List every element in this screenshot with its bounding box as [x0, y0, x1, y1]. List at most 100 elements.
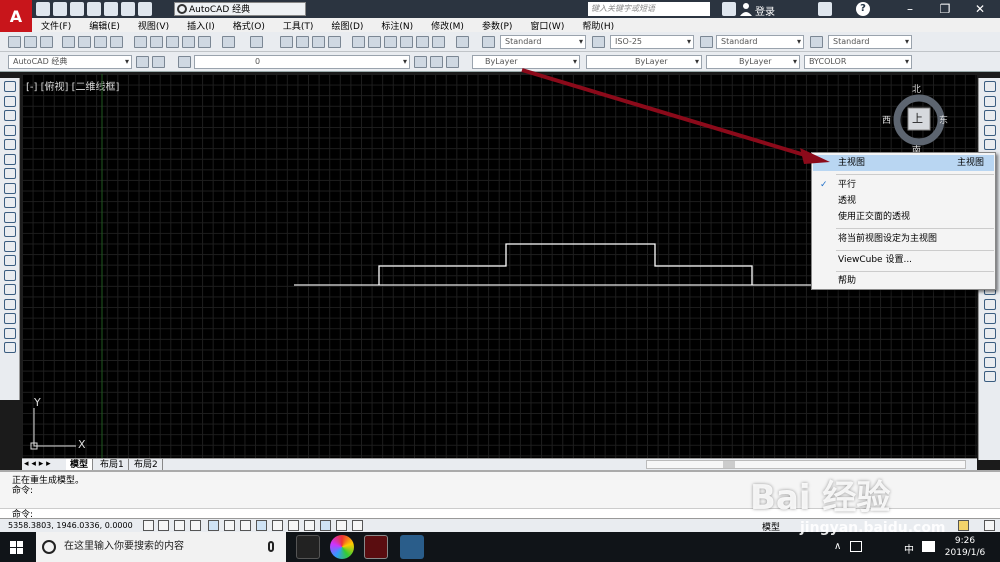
customize-icon[interactable] — [152, 56, 165, 68]
menu-parametric[interactable]: 参数(P) — [473, 19, 521, 32]
lightbulb-icon[interactable] — [958, 520, 969, 531]
plot-preview-icon[interactable] — [78, 36, 91, 48]
taskbar-clock[interactable]: 9:26 2019/1/6 — [940, 535, 990, 559]
open-file-icon[interactable] — [53, 2, 67, 16]
pan-icon[interactable] — [280, 36, 293, 48]
print-icon[interactable] — [104, 2, 118, 16]
menu-view[interactable]: 视图(V) — [129, 19, 178, 32]
compass-east[interactable]: 东 — [939, 113, 948, 126]
gradient-icon[interactable] — [3, 298, 16, 310]
color-dropdown[interactable]: ByLayer — [472, 55, 580, 69]
save-icon[interactable] — [70, 2, 84, 16]
menu-edit[interactable]: 编辑(E) — [80, 19, 129, 32]
group-icon[interactable] — [983, 342, 996, 353]
construction-line-icon[interactable] — [3, 95, 16, 107]
menu-item-parallel[interactable]: ✓ 平行 — [813, 177, 994, 193]
layer-previous-icon[interactable] — [430, 56, 443, 68]
explode-icon[interactable] — [983, 313, 996, 324]
coordinates-display[interactable]: 5358.3803, 1946.0336, 0.0000 — [8, 520, 133, 532]
otrack-toggle[interactable] — [256, 520, 267, 531]
properties-panel-icon[interactable] — [983, 371, 996, 382]
menu-modify[interactable]: 修改(M) — [422, 19, 473, 32]
minimize-button[interactable]: – — [890, 0, 930, 18]
publish-icon[interactable] — [94, 36, 107, 48]
infer-constraints-toggle[interactable] — [143, 520, 154, 531]
paste-icon[interactable] — [166, 36, 179, 48]
cut-icon[interactable] — [134, 36, 147, 48]
insert-block-icon[interactable] — [3, 240, 16, 252]
menu-window[interactable]: 窗口(W) — [521, 19, 573, 32]
menu-draw[interactable]: 绘图(D) — [322, 19, 372, 32]
lineweight-toggle[interactable] — [304, 520, 315, 531]
properties-icon[interactable] — [352, 36, 365, 48]
text-style-icon[interactable] — [482, 36, 495, 48]
revision-cloud-icon[interactable] — [3, 182, 16, 194]
color-app-icon[interactable] — [330, 535, 354, 559]
region-icon[interactable] — [3, 313, 16, 324]
menu-insert[interactable]: 插入(I) — [178, 19, 224, 32]
paint-app-icon[interactable] — [400, 535, 424, 559]
quickcalc-icon[interactable] — [432, 36, 445, 48]
offset-icon[interactable] — [983, 124, 996, 136]
autocad-app-icon[interactable] — [364, 535, 388, 559]
zoom-previous-icon[interactable] — [328, 36, 341, 48]
point-icon[interactable] — [3, 269, 16, 281]
block-editor-icon[interactable] — [198, 36, 211, 48]
dim-style-dropdown[interactable]: ISO-25 — [610, 35, 694, 49]
3d-osnap-toggle[interactable] — [240, 520, 251, 531]
zoom-realtime-icon[interactable] — [296, 36, 309, 48]
draw-order-icon[interactable] — [983, 327, 996, 339]
text-style-dropdown[interactable]: Standard — [500, 35, 586, 49]
dim-style-icon[interactable] — [592, 36, 605, 48]
menu-file[interactable]: 文件(F) — [32, 19, 80, 32]
quick-properties-toggle[interactable] — [336, 520, 347, 531]
exchange-icon[interactable] — [818, 2, 832, 16]
redo-icon[interactable] — [138, 2, 152, 16]
osnap-toggle[interactable] — [224, 520, 235, 531]
menu-item-perspective[interactable]: 透视 — [813, 193, 994, 209]
table-style-dropdown[interactable]: Standard — [716, 35, 804, 49]
copy-icon[interactable] — [150, 36, 163, 48]
ellipse-arc-icon[interactable] — [3, 226, 16, 237]
keyboard-icon[interactable] — [922, 541, 935, 552]
snap-toggle[interactable] — [158, 520, 169, 531]
compass-north[interactable]: 北 — [912, 82, 921, 95]
spline-icon[interactable] — [3, 197, 16, 208]
network-icon[interactable] — [850, 541, 862, 552]
tool-palettes-icon[interactable] — [384, 36, 397, 48]
compass-west[interactable]: 西 — [882, 113, 891, 126]
viewcube[interactable]: 北 西 东 南 上 — [882, 82, 950, 156]
microphone-icon[interactable] — [268, 541, 274, 552]
menu-item-help[interactable]: 帮助 — [813, 273, 994, 289]
open-icon[interactable] — [24, 36, 37, 48]
viewcube-top-face[interactable]: 上 — [912, 110, 923, 126]
horizontal-scrollbar[interactable] — [646, 460, 966, 469]
workspace-dropdown[interactable]: AutoCAD 经典 — [174, 2, 306, 16]
ungroup-icon[interactable] — [983, 356, 996, 368]
redo-icon[interactable] — [250, 36, 263, 48]
layer-dropdown[interactable]: 0 — [194, 55, 410, 69]
ducs-toggle[interactable] — [272, 520, 283, 531]
help-icon[interactable] — [456, 36, 469, 48]
dyn-toggle[interactable] — [288, 520, 299, 531]
menu-format[interactable]: 格式(O) — [224, 19, 274, 32]
erase-icon[interactable] — [983, 81, 996, 92]
line-icon[interactable] — [3, 81, 16, 92]
blend-icon[interactable] — [983, 298, 996, 310]
grid-toggle[interactable] — [174, 520, 185, 531]
polygon-icon[interactable] — [3, 124, 16, 136]
help-icon[interactable]: ? — [856, 2, 870, 16]
undo-icon[interactable] — [121, 2, 135, 16]
plot-icon[interactable] — [62, 36, 75, 48]
3d-print-icon[interactable] — [110, 36, 123, 48]
hatch-icon[interactable] — [3, 284, 16, 295]
tab-nav-arrows[interactable]: ◂ ◂ ▸ ▸ — [24, 459, 51, 469]
zoom-window-icon[interactable] — [312, 36, 325, 48]
scrollbar-thumb[interactable] — [723, 461, 735, 468]
table-style-icon[interactable] — [700, 36, 713, 48]
mleader-style-dropdown[interactable]: Standard — [828, 35, 912, 49]
make-current-icon[interactable] — [414, 56, 427, 68]
circle-icon[interactable] — [3, 168, 16, 179]
polar-toggle[interactable] — [208, 520, 219, 531]
fullscreen-icon[interactable] — [984, 520, 995, 531]
